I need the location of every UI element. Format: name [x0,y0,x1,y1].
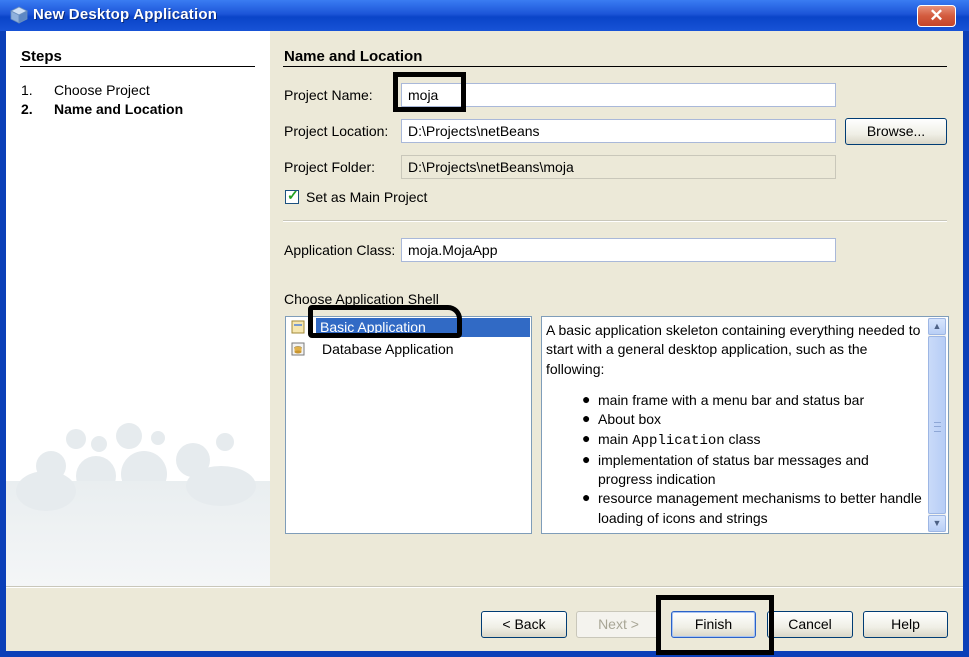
project-name-label: Project Name: [284,87,373,103]
description-bullet-list: main frame with a menu bar and status ba… [582,390,927,528]
steps-title: Steps [21,48,62,65]
step-number: 1. [21,82,33,98]
bullet-item: resource management mechanisms to better… [582,488,927,528]
project-folder-field: D:\Projects\netBeans\moja [401,155,836,179]
database-form-icon [291,342,305,356]
steps-divider [20,66,255,67]
section-divider [283,66,947,67]
cancel-button[interactable]: Cancel [767,611,853,638]
scroll-up-icon[interactable]: ▲ [928,318,946,335]
footer-separator [6,586,963,588]
next-button[interactable]: Next > [576,611,661,638]
help-button[interactable]: Help [863,611,948,638]
back-button[interactable]: < Back [481,611,567,638]
set-main-project-label[interactable]: Set as Main Project [306,189,427,205]
grip-icon [934,422,941,432]
project-location-field[interactable]: D:\Projects\netBeans [401,119,836,143]
project-folder-label: Project Folder: [284,159,376,175]
browse-button[interactable]: Browse... [845,118,947,145]
checkmark-icon: ✓ [287,187,299,203]
form-icon [291,320,305,334]
java-cube-icon [10,6,28,24]
bullet-item: main frame with a menu bar and status ba… [582,390,927,410]
scroll-down-icon[interactable]: ▼ [928,515,946,532]
annotation-box-project-name [393,72,466,112]
close-icon: ✕ [929,6,944,25]
scrollbar-thumb[interactable] [928,336,946,514]
separator [283,220,947,222]
step-label: Choose Project [54,82,150,98]
application-class-field[interactable]: moja.MojaApp [401,238,836,262]
shell-description: A basic application skeleton containing … [541,316,949,534]
annotation-box-finish [656,595,774,655]
description-intro: A basic application skeleton containing … [546,322,921,377]
project-name-field[interactable]: moja [401,83,836,107]
bullet-item: implementation of status bar messages an… [582,450,927,490]
bullet-item: main Application class [582,429,927,451]
project-location-label: Project Location: [284,123,389,139]
bullet-item: About box [582,409,927,429]
list-item-label: Database Application [322,341,454,357]
section-title: Name and Location [284,48,423,65]
list-item-database-application[interactable]: Database Application [288,340,530,359]
window-title: New Desktop Application [33,6,218,23]
step-label: Name and Location [54,101,184,117]
application-class-label: Application Class: [284,242,396,258]
annotation-box-basic-application [308,305,462,338]
step-number: 2. [21,101,33,117]
description-scrollbar[interactable]: ▲ ▼ [928,318,946,532]
close-button[interactable]: ✕ [917,5,956,27]
application-shell-list[interactable]: Basic Application Database Application [285,316,532,534]
